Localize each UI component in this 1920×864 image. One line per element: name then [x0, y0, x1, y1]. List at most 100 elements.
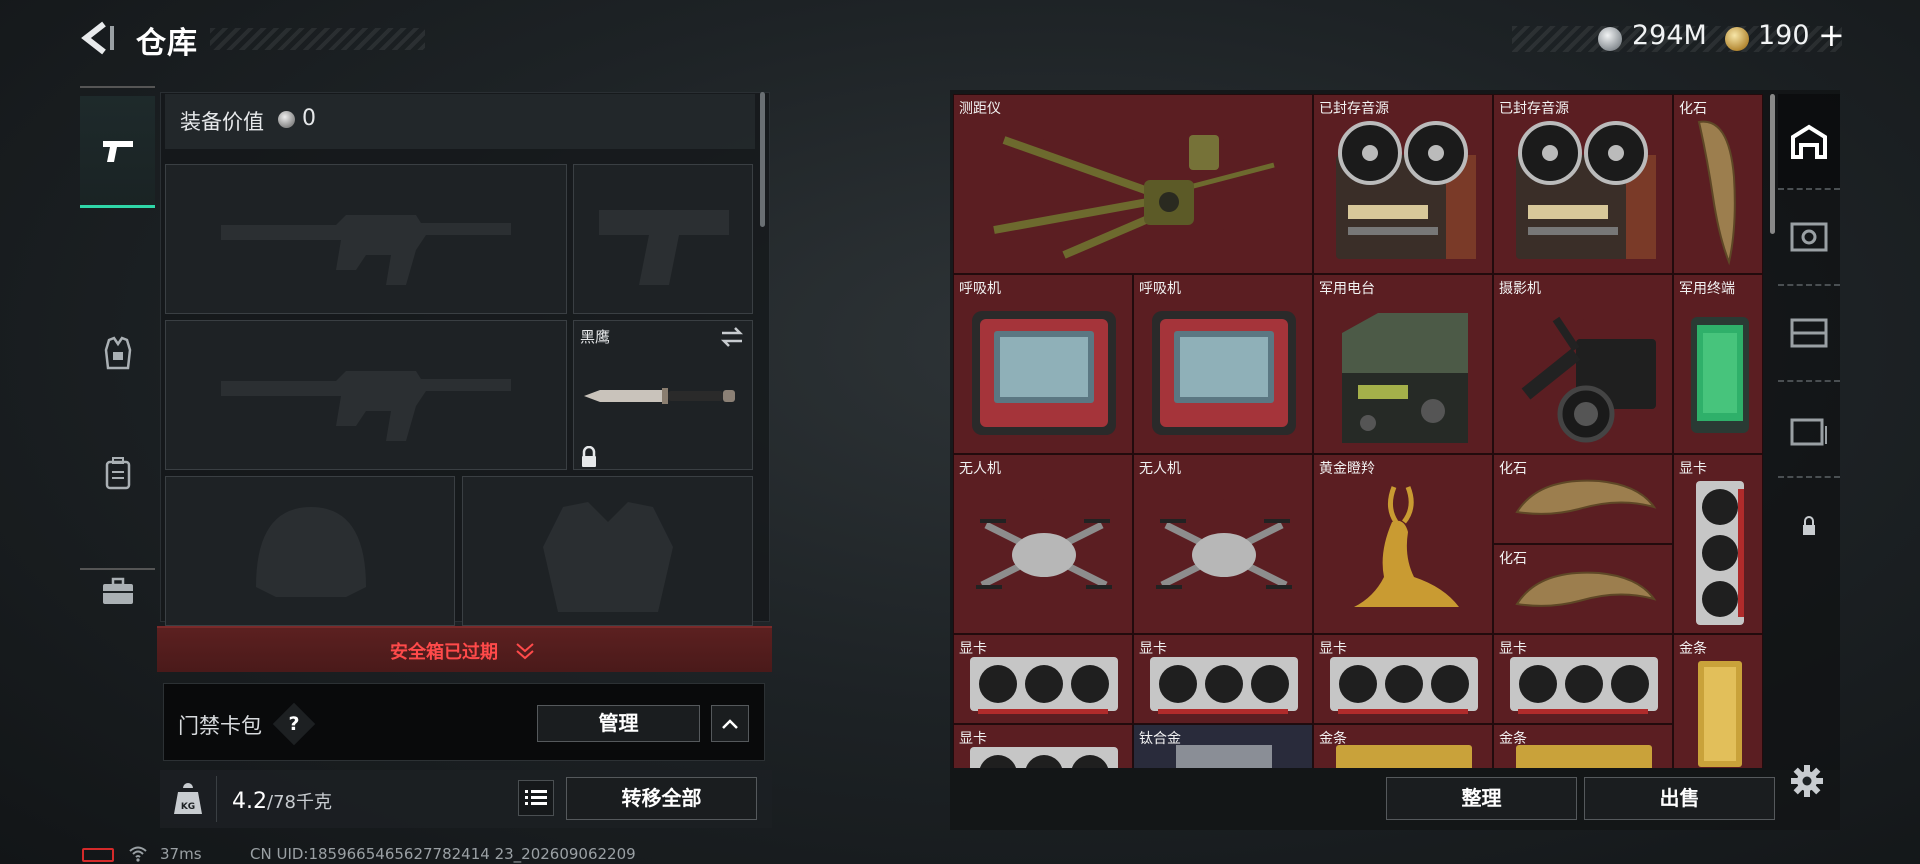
- stash-item-gpu-5[interactable]: 显卡: [953, 724, 1133, 768]
- sell-button[interactable]: 出售: [1584, 777, 1775, 820]
- armor-vest-icon: [104, 336, 131, 370]
- gpu-icon: [970, 657, 1118, 714]
- stash-item-gold-bar-3[interactable]: 金条: [1493, 724, 1673, 768]
- titanium-icon: [1176, 745, 1272, 768]
- equipment-scrollbar[interactable]: [760, 92, 765, 227]
- manage-button[interactable]: 管理: [537, 705, 700, 742]
- pistol-slot[interactable]: [573, 164, 753, 314]
- backpack-icon: [105, 457, 130, 490]
- weight-icon: KG: [172, 780, 204, 816]
- item-label: 测距仪: [959, 101, 1001, 117]
- silver-coin-icon: [1598, 27, 1622, 51]
- tab-stash[interactable]: [1778, 94, 1840, 190]
- keycard-wallet-label: 门禁卡包: [178, 714, 262, 738]
- tab-backpack[interactable]: [80, 418, 155, 528]
- equipment-tab-bar: [80, 86, 155, 604]
- fossil-claw-icon: [1515, 571, 1657, 607]
- stash-item-drone-1[interactable]: 无人机: [953, 454, 1133, 634]
- stash-item-gpu-vertical[interactable]: 显卡: [1673, 454, 1763, 634]
- transfer-all-button[interactable]: 转移全部: [566, 777, 757, 820]
- item-label: 摄影机: [1499, 281, 1541, 297]
- shelf-icon: [1790, 318, 1828, 348]
- ventilator-icon: [972, 311, 1116, 435]
- drone-icon: [1156, 519, 1292, 589]
- tab-armor[interactable]: [80, 298, 155, 408]
- item-label: 军用电台: [1319, 281, 1375, 297]
- armor-slot[interactable]: [462, 476, 753, 626]
- tab-storage-2[interactable]: [1778, 190, 1840, 286]
- tab-secure-case[interactable]: [80, 536, 155, 646]
- locker-icon: [1790, 418, 1827, 446]
- stash-item-gpu-4[interactable]: 显卡: [1493, 634, 1673, 724]
- tab-locked[interactable]: [1778, 478, 1840, 574]
- stash-item-golden-gazelle[interactable]: 黄金瞪羚: [1313, 454, 1493, 634]
- sort-button[interactable]: 整理: [1386, 777, 1577, 820]
- stash-item-sealed-reel-2[interactable]: 已封存音源: [1493, 94, 1673, 274]
- radio-icon: [1342, 313, 1468, 443]
- battery-icon: [82, 848, 114, 862]
- ping-value: 37ms: [160, 845, 202, 863]
- gpu-icon: [1150, 657, 1298, 714]
- list-view-button[interactable]: [518, 780, 554, 816]
- stash-item-sealed-reel-1[interactable]: 已封存音源: [1313, 94, 1493, 274]
- carry-weight-current: 4.2: [232, 789, 267, 814]
- swap-icon[interactable]: [720, 326, 744, 348]
- stash-item-camera[interactable]: 摄影机: [1493, 274, 1673, 454]
- gpu-icon: [1330, 657, 1478, 714]
- stash-item-fossil-2[interactable]: 化石: [1493, 454, 1673, 544]
- storage-tab-bar: [1778, 94, 1840, 576]
- helmet-slot[interactable]: [165, 476, 455, 626]
- item-label: 无人机: [959, 461, 1001, 477]
- briefcase-icon: [102, 577, 133, 604]
- vest-silhouette-icon: [543, 502, 673, 612]
- stash-item-gpu-3[interactable]: 显卡: [1313, 634, 1493, 724]
- pistol-silhouette-icon: [599, 210, 729, 285]
- stash-item-gpu-2[interactable]: 显卡: [1133, 634, 1313, 724]
- stash-item-military-terminal[interactable]: 军用终端: [1673, 274, 1763, 454]
- lock-icon: [580, 446, 598, 468]
- collapse-button[interactable]: [711, 705, 749, 742]
- help-button[interactable]: ?: [272, 702, 316, 746]
- chevron-up-icon: [722, 718, 738, 729]
- item-label: 呼吸机: [959, 281, 1001, 297]
- carry-weight: 4.2/78千克: [232, 788, 332, 814]
- fossil-claw-icon: [1515, 479, 1657, 515]
- settings-button[interactable]: [1790, 764, 1824, 798]
- primary-weapon-slot-2[interactable]: [165, 320, 567, 470]
- camera-icon: [1521, 316, 1656, 443]
- page-title: 仓库: [136, 26, 198, 61]
- stash-scrollbar[interactable]: [1770, 94, 1775, 234]
- gold-bar-icon: [1336, 745, 1472, 768]
- stash-item-gold-bar-2[interactable]: 金条: [1313, 724, 1493, 768]
- back-button[interactable]: [78, 20, 118, 56]
- gpu-icon: [1510, 657, 1658, 714]
- gpu-icon: [1696, 481, 1744, 625]
- item-label: 军用终端: [1679, 281, 1735, 297]
- stash-item-ventilator-1[interactable]: 呼吸机: [953, 274, 1133, 454]
- primary-weapon-slot-1[interactable]: [165, 164, 567, 314]
- stash-item-ventilator-2[interactable]: 呼吸机: [1133, 274, 1313, 454]
- stash-item-drone-2[interactable]: 无人机: [1133, 454, 1313, 634]
- stash-item-gpu-1[interactable]: 显卡: [953, 634, 1133, 724]
- gold-coin-icon: [1725, 27, 1749, 51]
- silver-coin-icon: [278, 111, 295, 128]
- tab-weapons[interactable]: [80, 96, 155, 208]
- stash-item-fossil-1[interactable]: 化石: [1673, 94, 1763, 274]
- tab-storage-4[interactable]: [1778, 382, 1840, 478]
- equipment-value-label: 装备价值: [180, 110, 264, 134]
- ventilator-icon: [1152, 311, 1296, 435]
- stash-item-titanium-alloy[interactable]: 钛合金: [1133, 724, 1313, 768]
- stash-item-rangefinder[interactable]: 测距仪: [953, 94, 1313, 274]
- back-arrow-icon: [81, 21, 114, 55]
- secure-case-status: 安全箱已过期: [390, 642, 498, 663]
- tab-storage-3[interactable]: [1778, 286, 1840, 382]
- stash-item-military-radio[interactable]: 军用电台: [1313, 274, 1493, 454]
- top-up-button[interactable]: +: [1818, 16, 1845, 54]
- item-label: 化石: [1679, 101, 1707, 117]
- knife-icon: [580, 380, 750, 410]
- stash-grid: 测距仪 已封存音源 已封存音源 化石 呼吸机 呼吸机 军用电台 摄影机 军用终端…: [953, 94, 1763, 768]
- stash-item-gold-bar-vertical[interactable]: 金条: [1673, 634, 1763, 768]
- item-label: 呼吸机: [1139, 281, 1181, 297]
- stash-item-fossil-3[interactable]: 化石: [1493, 544, 1673, 634]
- fossil-claw-icon: [1697, 120, 1736, 266]
